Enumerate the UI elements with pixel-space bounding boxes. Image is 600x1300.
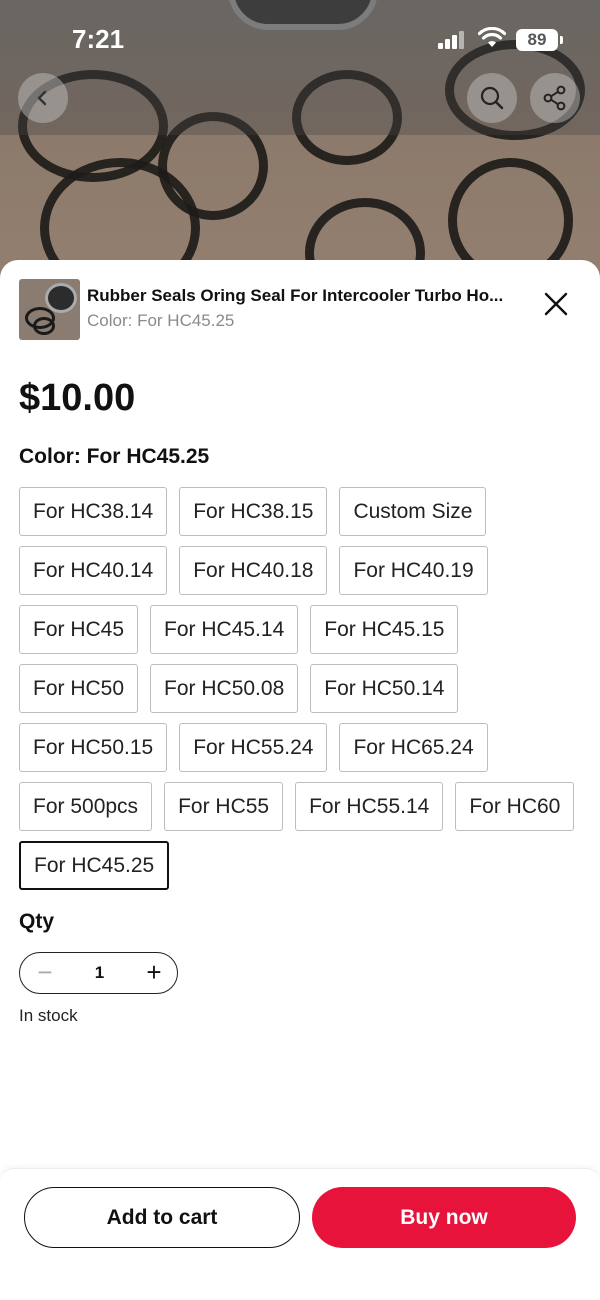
qty-label: Qty [19, 910, 55, 933]
color-option[interactable]: For HC40.18 [179, 546, 328, 595]
sku-selector-sheet: Rubber Seals Oring Seal For Intercooler … [0, 260, 600, 1300]
selected-variant-subtitle: Color: For HC45.25 [87, 311, 235, 330]
color-option[interactable]: For HC38.14 [19, 487, 168, 536]
search-icon [480, 86, 504, 110]
close-icon[interactable] [540, 288, 572, 320]
color-option[interactable]: For HC65.24 [339, 723, 488, 772]
color-option[interactable]: For 500pcs [19, 782, 153, 831]
stock-status: In stock [19, 1006, 78, 1025]
product-thumbnail [19, 279, 80, 340]
color-option[interactable]: For HC55.14 [295, 782, 444, 831]
color-option[interactable]: For HC40.19 [339, 546, 488, 595]
chevron-left-icon [37, 90, 47, 106]
search-button[interactable] [467, 73, 517, 123]
color-option[interactable]: Custom Size [339, 487, 487, 536]
product-price: $10.00 [19, 377, 136, 419]
quantity-stepper: − 1 + [19, 952, 178, 994]
buy-now-button[interactable]: Buy now [312, 1187, 576, 1248]
color-option[interactable]: For HC50.15 [19, 723, 168, 772]
product-title: Rubber Seals Oring Seal For Intercooler … [87, 286, 504, 305]
color-option[interactable]: For HC55 [164, 782, 284, 831]
color-options: For HC38.14 For HC38.15 Custom Size For HC4… [19, 487, 589, 890]
back-button[interactable] [18, 73, 68, 123]
share-icon [543, 85, 566, 111]
color-option[interactable]: For HC40.14 [19, 546, 168, 595]
color-option[interactable]: For HC45.14 [150, 605, 299, 654]
wifi-icon [478, 27, 506, 47]
add-to-cart-button[interactable]: Add to cart [24, 1187, 300, 1248]
color-option[interactable]: For HC55.24 [179, 723, 328, 772]
status-time: 7:21 [72, 24, 125, 54]
color-label: Color: For HC45.25 [19, 445, 210, 468]
share-button[interactable] [530, 73, 580, 123]
battery-indicator: 89 [516, 29, 563, 51]
color-option[interactable]: For HC50.14 [310, 664, 459, 713]
color-option[interactable]: For HC45 [19, 605, 139, 654]
cellular-signal-icon [438, 31, 466, 49]
color-option[interactable]: For HC50 [19, 664, 139, 713]
increase-qty-button[interactable]: + [142, 959, 166, 985]
color-option[interactable]: For HC50.08 [150, 664, 299, 713]
color-option[interactable]: For HC60 [455, 782, 575, 831]
color-option[interactable]: For HC45.15 [310, 605, 459, 654]
status-bar: 7:21 89 [0, 0, 600, 80]
color-option[interactable]: For HC45.25 [19, 841, 170, 890]
color-option[interactable]: For HC38.15 [179, 487, 328, 536]
bottom-action-bar: Add to cart Buy now [0, 1168, 600, 1300]
